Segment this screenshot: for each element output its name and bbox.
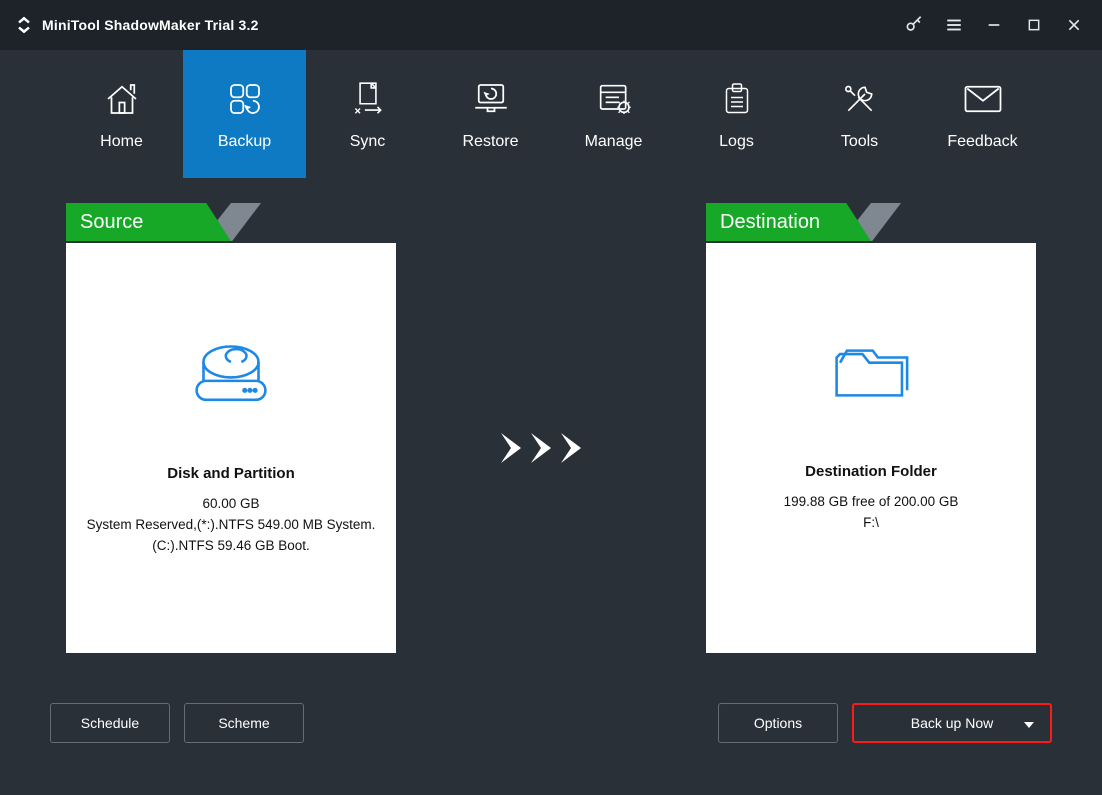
destination-path: F:\ bbox=[706, 515, 1036, 530]
destination-free: 199.88 GB free of 200.00 GB bbox=[706, 494, 1036, 509]
source-title: Disk and Partition bbox=[66, 465, 396, 482]
source-tab: Source bbox=[66, 203, 231, 241]
nav-manage[interactable]: Manage bbox=[552, 50, 675, 178]
nav-label: Feedback bbox=[947, 133, 1017, 151]
source-size: 60.00 GB bbox=[66, 496, 396, 511]
caret-down-icon bbox=[1024, 715, 1034, 731]
nav-restore[interactable]: Restore bbox=[429, 50, 552, 178]
home-icon bbox=[101, 77, 143, 121]
feedback-icon bbox=[962, 77, 1004, 121]
menu-icon[interactable] bbox=[934, 0, 974, 50]
button-label: Back up Now bbox=[911, 715, 993, 731]
tools-icon bbox=[840, 77, 880, 121]
main-navigation: Home Backup Sync Restore bbox=[0, 50, 1102, 178]
backup-now-button[interactable]: Back up Now bbox=[852, 703, 1052, 743]
sync-icon bbox=[349, 77, 387, 121]
logs-icon bbox=[719, 77, 755, 121]
close-button[interactable] bbox=[1054, 0, 1094, 50]
nav-tools[interactable]: Tools bbox=[798, 50, 921, 178]
nav-label: Restore bbox=[462, 133, 518, 151]
backup-icon bbox=[224, 77, 266, 121]
nav-label: Sync bbox=[350, 133, 386, 151]
options-button[interactable]: Options bbox=[718, 703, 838, 743]
destination-tab-label: Destination bbox=[720, 211, 820, 234]
nav-logs[interactable]: Logs bbox=[675, 50, 798, 178]
nav-label: Logs bbox=[719, 133, 754, 151]
button-label: Options bbox=[754, 715, 802, 731]
scheme-button[interactable]: Scheme bbox=[184, 703, 304, 743]
source-panel[interactable]: Source Disk and Partition 60.00 GB Syste… bbox=[66, 203, 396, 653]
button-label: Scheme bbox=[218, 715, 269, 731]
destination-title: Destination Folder bbox=[706, 463, 1036, 480]
nav-backup[interactable]: Backup bbox=[183, 50, 306, 178]
source-detail-2: (C:).NTFS 59.46 GB Boot. bbox=[66, 538, 396, 553]
transfer-arrows-icon bbox=[396, 428, 706, 468]
disk-icon bbox=[66, 338, 396, 410]
destination-panel[interactable]: Destination Destination Folder 199.88 GB… bbox=[706, 203, 1036, 653]
source-detail-1: System Reserved,(*:).NTFS 549.00 MB Syst… bbox=[66, 517, 396, 532]
backup-content: Source Disk and Partition 60.00 GB Syste… bbox=[0, 178, 1102, 678]
nav-label: Backup bbox=[218, 133, 271, 151]
restore-icon bbox=[469, 77, 513, 121]
destination-tab: Destination bbox=[706, 203, 871, 241]
nav-feedback[interactable]: Feedback bbox=[921, 50, 1044, 178]
nav-label: Home bbox=[100, 133, 143, 151]
button-label: Schedule bbox=[81, 715, 139, 731]
schedule-button[interactable]: Schedule bbox=[50, 703, 170, 743]
nav-label: Tools bbox=[841, 133, 878, 151]
nav-home[interactable]: Home bbox=[60, 50, 183, 178]
footer-actions: Schedule Scheme Options Back up Now bbox=[0, 678, 1102, 768]
minimize-button[interactable] bbox=[974, 0, 1014, 50]
nav-label: Manage bbox=[585, 133, 643, 151]
folder-icon bbox=[706, 338, 1036, 408]
key-icon[interactable] bbox=[894, 0, 934, 50]
manage-icon bbox=[594, 77, 634, 121]
maximize-button[interactable] bbox=[1014, 0, 1054, 50]
nav-sync[interactable]: Sync bbox=[306, 50, 429, 178]
app-logo: MiniTool ShadowMaker Trial 3.2 bbox=[8, 15, 259, 35]
titlebar: MiniTool ShadowMaker Trial 3.2 bbox=[0, 0, 1102, 50]
source-tab-label: Source bbox=[80, 211, 143, 234]
logo-icon bbox=[14, 15, 34, 35]
app-title: MiniTool ShadowMaker Trial 3.2 bbox=[42, 17, 259, 33]
